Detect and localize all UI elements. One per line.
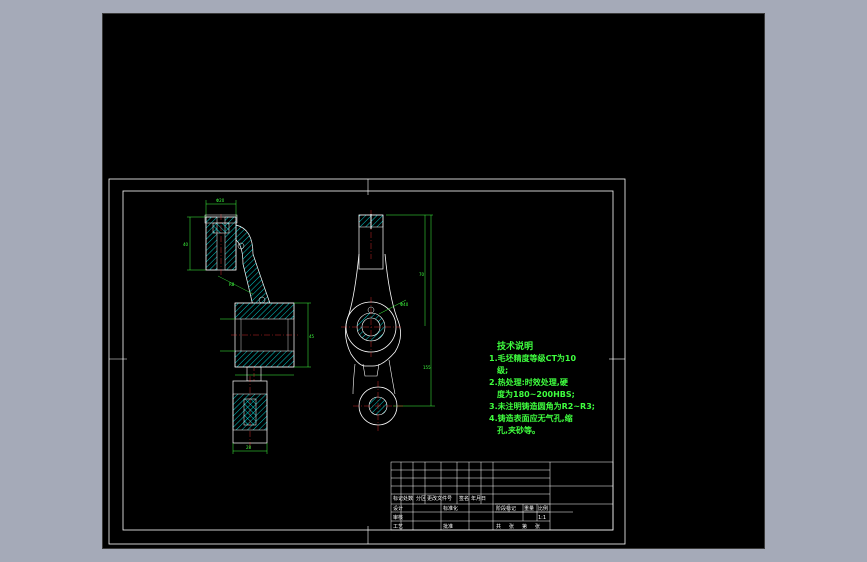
cad-drawing-canvas[interactable]: Φ20 40 R8 45 28 70 155 Φ40 技术说明 1.毛坯精度等级… [102,13,765,549]
title-block-labels: 标记 处数 分区 更改文件号 签名 年月日 设计 标准化 审核 工艺 批准 阶段… [393,495,548,530]
tb-label-sheet-unit2: 张 [535,523,540,530]
tb-label-scale: 比例 [538,505,548,512]
dim-bottom-width: 28 [246,445,252,450]
tech-note-line: 4.铸造表面应无气孔,缩 [489,413,573,423]
tb-label-change-doc: 更改文件号 [427,495,452,502]
tech-note-line: 级; [496,365,508,375]
tech-note-line: 度为180~200HBS; [497,389,575,399]
tb-label-sheet-unit1: 张 [509,523,514,530]
front-view: 70 155 Φ40 [341,210,435,431]
tb-label-weight: 重量 [524,505,534,512]
tb-label-approve: 批准 [443,523,453,530]
tech-note-line: 1.毛坯精度等级CT为10 [489,353,576,363]
dim-left-height: 40 [183,242,189,247]
dim-mid-bore: Φ40 [400,302,409,307]
tb-label-count: 处数 [403,495,413,502]
tech-note-line: 孔,夹砂等。 [497,425,540,435]
tb-label-mark: 标记 [393,495,403,502]
tech-notes-title: 技术说明 [497,340,533,352]
tech-note-line: 3.未注明铸造圆角为R2~R3; [489,401,595,411]
dim-angle: R8 [229,282,235,287]
tb-label-sign: 签名 [459,495,469,502]
tb-label-process: 工艺 [393,524,403,530]
tb-label-standardization: 标准化 [443,505,458,512]
dim-right-upper: 70 [419,272,425,277]
dim-hub-height: 45 [309,334,315,339]
tb-scale-value: 1:1 [538,515,546,521]
dim-top-boss: Φ20 [216,198,225,203]
tb-label-sheet-total: 共 [496,523,501,530]
tb-label-sheet-no: 第 [522,523,527,530]
section-view: Φ20 40 R8 45 28 [183,198,315,454]
tb-label-design: 设计 [393,505,403,512]
tech-note-line: 2.热处理:时效处理,硬 [489,377,569,387]
tb-label-date: 年月日 [471,495,486,502]
tb-label-review: 审核 [393,514,403,521]
tb-label-stage: 阶段标记 [496,505,516,512]
tb-label-zone: 分区 [416,495,426,502]
dim-right-total: 155 [423,365,431,370]
drawing-svg: Φ20 40 R8 45 28 70 155 Φ40 技术说明 1.毛坯精度等级… [108,178,626,545]
tech-notes: 技术说明 1.毛坯精度等级CT为10 级; 2.热处理:时效处理,硬 度为180… [489,340,595,435]
